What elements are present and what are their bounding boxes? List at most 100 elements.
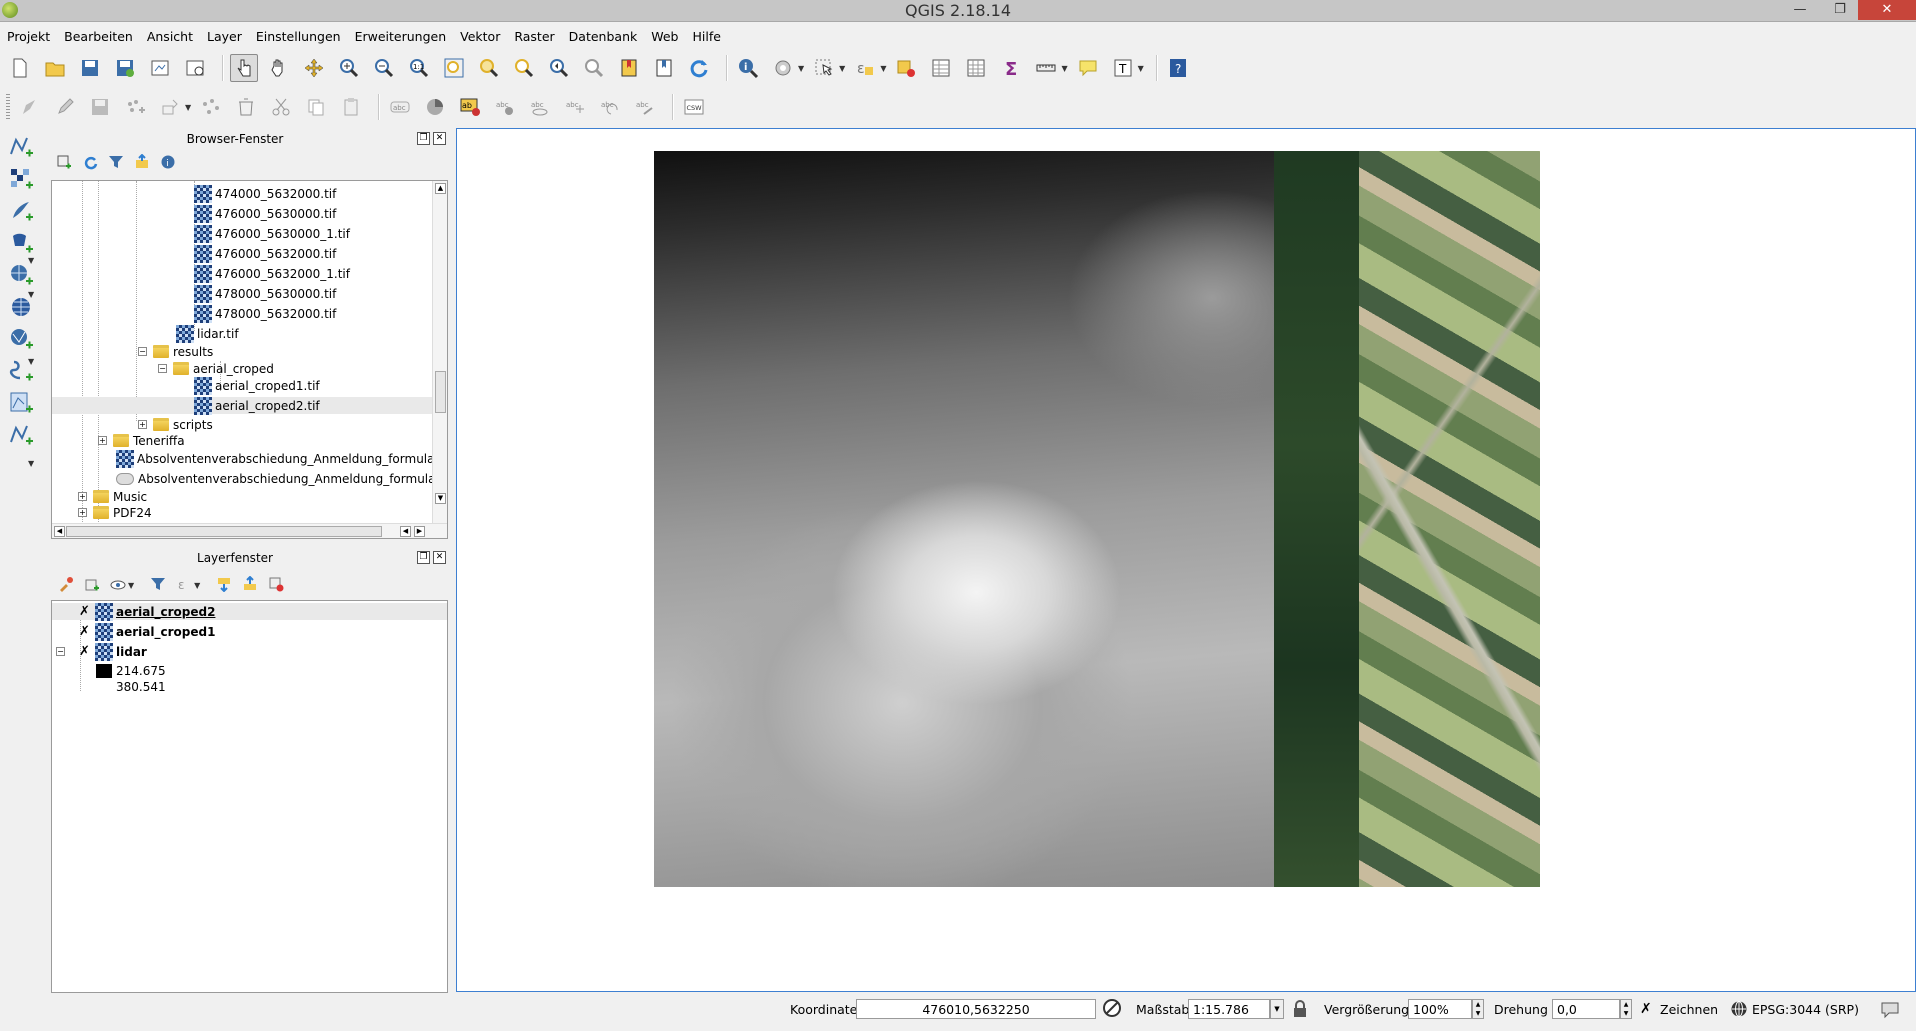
tree-item[interactable]: + PDF24 [78,504,152,521]
tree-item[interactable]: 474000_5632000.tif [194,184,336,203]
tree-item[interactable]: 476000_5632000_1.tif [194,264,350,283]
measure-line-icon[interactable] [1032,54,1060,82]
chevron-down-icon[interactable]: ▼ [798,64,804,73]
toggle-editing-icon[interactable] [51,93,79,121]
add-group-icon[interactable] [84,576,100,595]
messages-icon[interactable] [1880,999,1900,1022]
move-feature-icon[interactable] [156,93,184,121]
add-vector-layer-icon[interactable] [4,132,38,162]
label-tool-icon[interactable]: abc [386,93,414,121]
chevron-down-icon[interactable]: ▼ [839,64,845,73]
sum-icon[interactable]: Σ [997,54,1025,82]
chevron-down-icon[interactable]: ▼ [28,256,34,265]
identify-features-icon[interactable]: i [734,54,762,82]
layer-item-selected[interactable]: ✗ aerial_croped2 [52,602,447,621]
chevron-down-icon[interactable]: ▼ [880,64,886,73]
new-temporary-layer-icon[interactable] [4,420,38,450]
menu-layer[interactable]: Layer [200,29,249,44]
highlight-pinned-labels-icon[interactable]: abc [491,93,519,121]
map-tips-icon[interactable] [1074,54,1102,82]
layer-item[interactable]: ✗ aerial_croped1 [78,622,215,641]
coordinate-input[interactable]: 476010,5632250 [856,999,1096,1019]
layer-visibility-checkbox[interactable]: ✗ [78,625,91,638]
toggle-extents-icon[interactable] [1102,998,1122,1021]
tree-item-selected[interactable]: aerial_croped2.tif [52,396,432,415]
float-panel-icon[interactable]: ❐ [417,132,430,145]
crs-label[interactable]: EPSG:3044 (SRP) [1752,1002,1859,1017]
new-shapefile-layer-icon[interactable] [4,388,38,418]
menu-vektor[interactable]: Vektor [453,29,507,44]
select-by-expression-icon[interactable]: ε [851,54,879,82]
float-panel-icon[interactable]: ❐ [417,551,430,564]
composer-manager-icon[interactable] [181,54,209,82]
collapse-icon[interactable]: − [158,364,167,373]
tree-item[interactable]: 476000_5632000.tif [194,244,336,263]
crs-globe-icon[interactable] [1730,1000,1748,1021]
magnifier-input[interactable]: 100% [1408,999,1472,1019]
minimize-icon[interactable]: — [1780,0,1820,20]
add-raster-layer-icon[interactable] [4,164,38,194]
tree-item[interactable]: Absolventenverabschiedung_Anmeldung_form… [116,449,447,468]
tree-item[interactable]: + scripts [138,416,213,433]
menu-erweiterungen[interactable]: Erweiterungen [348,29,454,44]
zoom-out-icon[interactable] [370,54,398,82]
menu-projekt[interactable]: Projekt [0,29,57,44]
scroll-right-icon[interactable]: ▶ [414,526,425,537]
collapse-all-icon[interactable] [134,153,150,173]
chevron-down-icon[interactable]: ▼ [28,290,34,299]
scroll-thumb[interactable] [435,371,446,413]
text-annotation-icon[interactable]: T [1109,54,1137,82]
filter-legend-icon[interactable] [150,576,166,595]
scroll-down-icon[interactable]: ▼ [435,493,446,504]
chevron-down-icon[interactable]: ▼ [185,103,191,112]
pan-to-selection-icon[interactable] [300,54,328,82]
scroll-up-icon[interactable]: ▲ [435,183,446,194]
move-label-icon[interactable]: abc [561,93,589,121]
diagram-icon[interactable] [421,93,449,121]
rotation-spinner[interactable]: ▲ ▼ [1620,999,1632,1019]
chevron-down-icon[interactable]: ▼ [1061,64,1067,73]
render-checkbox[interactable]: ✗ [1640,1002,1654,1016]
close-panel-icon[interactable]: ✕ [433,132,446,145]
magnifier-spinner[interactable]: ▲ ▼ [1472,999,1484,1019]
deselect-all-icon[interactable] [892,54,920,82]
tree-item[interactable]: + Music [78,488,147,505]
chevron-down-icon[interactable]: ▼ [28,357,34,366]
layer-item[interactable]: − ✗ lidar [56,642,147,661]
add-spatialite-layer-icon[interactable] [4,228,38,258]
save-edits-icon[interactable] [86,93,114,121]
tree-item[interactable]: lidar.tif [176,324,239,343]
new-project-icon[interactable] [6,54,34,82]
tree-item[interactable]: − results [138,343,213,360]
chevron-down-icon[interactable]: ▼ [1138,64,1144,73]
filter-by-expression-icon[interactable]: ε [176,576,192,595]
layer-visibility-checkbox[interactable]: ✗ [78,645,91,658]
horizontal-scrollbar[interactable]: ◀ ◀ ▶ [52,523,447,538]
zoom-full-icon[interactable] [440,54,468,82]
expand-icon[interactable]: + [98,436,107,445]
manage-visibility-icon[interactable] [110,576,126,595]
refresh-icon[interactable] [685,54,713,82]
chevron-down-icon[interactable]: ▼ [128,581,134,590]
close-icon[interactable]: ✕ [1858,0,1916,20]
chevron-down-icon[interactable]: ▼ [194,581,200,590]
menu-datenbank[interactable]: Datenbank [562,29,645,44]
style-icon[interactable] [58,576,74,595]
new-bookmark-icon[interactable] [615,54,643,82]
maximize-icon[interactable]: ❐ [1820,0,1860,20]
rotate-label-icon[interactable]: abc [596,93,624,121]
layer-tree[interactable]: ✗ aerial_croped2 ✗ aerial_croped1 − ✗ li… [51,600,448,993]
delete-selected-icon[interactable] [232,93,260,121]
chevron-down-icon[interactable]: ▼ [28,459,34,468]
new-print-composer-icon[interactable] [146,54,174,82]
rotation-input[interactable]: 0,0 [1552,999,1620,1019]
pin-labels-icon[interactable]: ab [456,93,484,121]
help-icon[interactable]: ? [1164,54,1192,82]
add-wfs-layer-icon[interactable] [4,324,38,354]
paste-features-icon[interactable] [337,93,365,121]
menu-bearbeiten[interactable]: Bearbeiten [57,29,140,44]
statistical-summary-table-icon[interactable] [962,54,990,82]
refresh-icon[interactable] [82,154,98,173]
tree-item[interactable]: 476000_5630000_1.tif [194,224,350,243]
scale-dropdown-icon[interactable]: ▼ [1270,999,1284,1019]
